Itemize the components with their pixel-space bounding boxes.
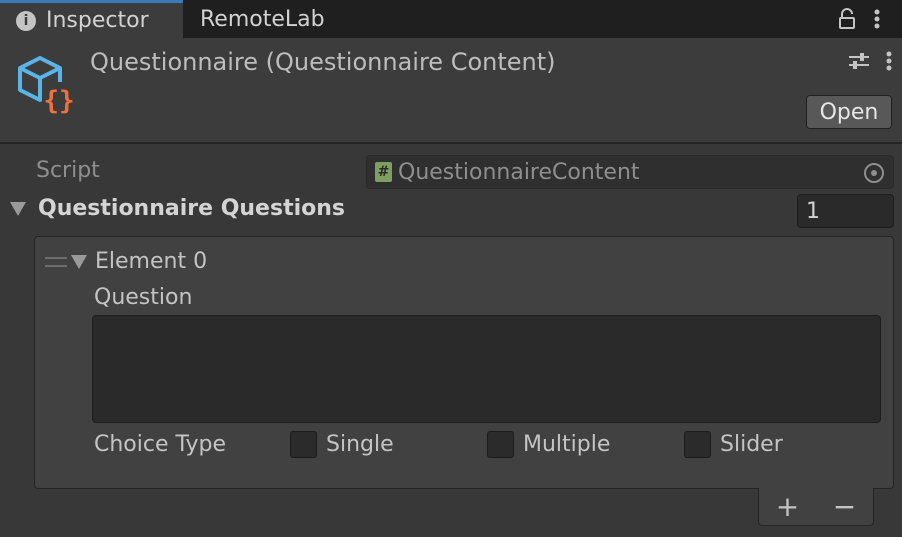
more-vertical-icon[interactable] (874, 8, 880, 30)
element-label: Element 0 (95, 249, 208, 274)
question-textarea[interactable] (92, 315, 881, 423)
choice-type-label: Choice Type (94, 431, 227, 457)
info-icon: i (16, 10, 36, 31)
single-label: Single (326, 431, 394, 457)
add-element-button[interactable]: + (776, 492, 799, 521)
script-label: Script (36, 158, 100, 183)
header-tools (848, 50, 892, 72)
questions-foldout[interactable]: Questionnaire Questions (10, 196, 345, 221)
tab-tools (838, 0, 902, 38)
more-vertical-icon[interactable] (886, 50, 892, 72)
tab-remotelab[interactable]: RemoteLab (200, 0, 325, 38)
element-foldout[interactable]: Element 0 (45, 249, 207, 274)
choice-multiple[interactable]: Multiple (487, 430, 684, 458)
multiple-checkbox[interactable] (487, 430, 514, 458)
tab-inspector-label: Inspector (46, 8, 149, 33)
choice-slider[interactable]: Slider (684, 430, 881, 458)
fold-triangle-icon[interactable] (10, 201, 26, 216)
choice-type-row: Choice Type Single Multiple Slider (94, 427, 881, 461)
tab-bar: i Inspector RemoteLab (0, 0, 902, 38)
array-size-field[interactable]: 1 (797, 194, 894, 228)
questions-label: Questionnaire Questions (38, 196, 346, 221)
inspector-window: i Inspector RemoteLab {} Questionnaire (… (0, 0, 902, 537)
component-header: {} Questionnaire (Questionnaire Content)… (0, 38, 902, 144)
multiple-label: Multiple (523, 431, 611, 457)
sliders-icon[interactable] (848, 51, 870, 71)
open-button[interactable]: Open (806, 95, 892, 129)
drag-handle-icon[interactable] (45, 256, 67, 267)
slider-checkbox[interactable] (684, 430, 711, 458)
script-value: QuestionnaireContent (398, 159, 640, 185)
fold-triangle-icon[interactable] (71, 254, 87, 269)
script-object-field[interactable]: # QuestionnaireContent (366, 155, 894, 189)
hash-icon: # (375, 162, 392, 182)
list-footer: + − (758, 488, 874, 526)
single-checkbox[interactable] (290, 430, 317, 458)
lock-icon[interactable] (838, 8, 856, 30)
slider-label: Slider (720, 431, 783, 457)
object-picker-icon[interactable] (864, 163, 884, 183)
remove-element-button[interactable]: − (833, 492, 856, 521)
component-title: Questionnaire (Questionnaire Content) (90, 48, 556, 76)
question-label: Question (94, 285, 193, 310)
svg-text:{}: {} (43, 86, 74, 116)
questions-list: Element 0 Question Choice Type Single Mu… (34, 236, 894, 489)
tab-remotelab-label: RemoteLab (200, 6, 325, 32)
script-component-icon: {} (18, 56, 76, 116)
tab-inspector[interactable]: i Inspector (0, 0, 183, 38)
choice-single[interactable]: Single (290, 430, 487, 458)
